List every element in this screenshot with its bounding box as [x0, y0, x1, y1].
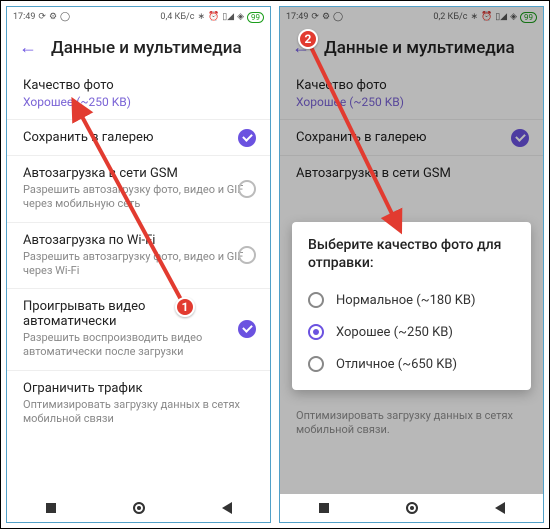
subtext: Оптимизировать загрузку данных в сетях м… [23, 398, 254, 427]
home-icon[interactable] [406, 502, 418, 514]
checkbox-checked-icon[interactable] [238, 320, 256, 338]
setting-photo-quality[interactable]: Качество фото Хорошее (~250 KB) [280, 68, 543, 120]
option-normal[interactable]: Нормальное (~180 KB) [308, 284, 515, 316]
gear-icon: ⚙ [49, 12, 57, 22]
radio-unchecked-icon[interactable] [238, 180, 256, 198]
subtext: Разрешить воспроизводить видео автоматич… [23, 331, 254, 360]
radio-selected-icon[interactable] [308, 324, 324, 340]
option-good[interactable]: Хорошее (~250 KB) [308, 316, 515, 348]
home-icon[interactable] [133, 502, 145, 514]
sync-icon: ⟳ [311, 12, 319, 22]
overview-icon[interactable] [319, 503, 329, 513]
setting-autoload-gsm[interactable]: Автозагрузка в сети GSM [280, 156, 543, 191]
label: Автозагрузка в сети GSM [296, 166, 527, 181]
header-title: Данные и мультимедиа [51, 38, 242, 58]
subtext: Оптимизировать загрузку данных в сетях м… [296, 409, 527, 438]
screenshot-left: 17:49 ⟳ ⚙ ◯ 0,4 КБ/с ∗ ⏰ ▯◢ ◈ 99 ← Данны… [6, 6, 271, 523]
label: Автозагрузка в сети GSM [23, 166, 254, 181]
label: Сохранить в галерею [23, 130, 254, 145]
radio-unchecked-icon[interactable] [238, 246, 256, 264]
bluetooth-icon: ∗ [470, 12, 478, 22]
checkbox-checked-icon[interactable] [238, 129, 256, 147]
back-nav-icon[interactable] [222, 502, 232, 514]
value: Хорошее (~250 KB) [23, 95, 254, 109]
status-bar: 17:49 ⟳ ⚙ ◯ 0,2 КБ/с ∗ ⏰ ▯◢ ◈ 99 [280, 7, 543, 27]
sync-icon: ⟳ [38, 12, 46, 22]
overview-icon[interactable] [46, 503, 56, 513]
net-speed: 0,2 КБ/с [433, 12, 467, 22]
annotation-badge-2: 2 [298, 29, 318, 49]
value: Хорошее (~250 KB) [296, 95, 527, 109]
setting-autoplay-video[interactable]: Проигрывать видео автоматически Разрешит… [7, 289, 270, 371]
setting-limit-traffic-under: Оптимизировать загрузку данных в сетях м… [280, 397, 543, 448]
signal-icon: ▯◢ [222, 12, 234, 22]
setting-autoload-gsm[interactable]: Автозагрузка в сети GSM Разрешить автоза… [7, 156, 270, 223]
dialog-title: Выберите качество фото для отправки: [308, 236, 515, 272]
android-navbar [280, 494, 543, 522]
annotation-badge-1: 1 [175, 297, 195, 317]
net-speed: 0,4 КБ/с [160, 12, 194, 22]
setting-limit-traffic[interactable]: Ограничить трафик Оптимизировать загрузк… [7, 371, 270, 437]
label: Качество фото [23, 78, 254, 93]
circle-icon: ◯ [333, 12, 343, 22]
label: Сохранить в галерею [296, 130, 527, 145]
back-nav-icon[interactable] [495, 502, 505, 514]
header: ← Данные и мультимедиа [7, 27, 270, 68]
option-label: Нормальное (~180 KB) [336, 293, 476, 308]
bluetooth-icon: ∗ [197, 12, 205, 22]
label: Проигрывать видео автоматически [23, 299, 183, 329]
screenshot-right: 17:49 ⟳ ⚙ ◯ 0,2 КБ/с ∗ ⏰ ▯◢ ◈ 99 ← Данны… [279, 6, 544, 523]
subtext: Разрешить автозагрузку фото, видео и GIF… [23, 250, 254, 279]
radio-icon[interactable] [308, 356, 324, 372]
back-icon[interactable]: ← [19, 37, 37, 58]
setting-autoload-wifi[interactable]: Автозагрузка по Wi-Fi Разрешить автозагр… [7, 223, 270, 290]
status-time: 17:49 [286, 12, 308, 22]
alarm-icon: ⏰ [208, 12, 219, 22]
wifi-icon: ◈ [237, 12, 244, 22]
alarm-icon: ⏰ [481, 12, 492, 22]
photo-quality-dialog: Выберите качество фото для отправки: Нор… [292, 222, 531, 390]
status-bar: 17:49 ⟳ ⚙ ◯ 0,4 КБ/с ∗ ⏰ ▯◢ ◈ 99 [7, 7, 270, 27]
battery-indicator: 99 [520, 12, 537, 23]
battery-indicator: 99 [247, 12, 264, 23]
radio-icon[interactable] [308, 292, 324, 308]
option-excellent[interactable]: Отличное (~650 KB) [308, 348, 515, 380]
wifi-icon: ◈ [510, 12, 517, 22]
label: Ограничить трафик [23, 381, 254, 396]
android-navbar [7, 494, 270, 522]
label: Автозагрузка по Wi-Fi [23, 233, 254, 248]
header: ← Данные и мультимедиа [280, 27, 543, 68]
circle-icon: ◯ [60, 12, 70, 22]
option-label: Хорошее (~250 KB) [336, 325, 453, 340]
status-time: 17:49 [13, 12, 35, 22]
setting-save-to-gallery[interactable]: Сохранить в галерею [280, 120, 543, 156]
header-title: Данные и мультимедиа [324, 38, 515, 58]
option-label: Отличное (~650 KB) [336, 357, 457, 372]
checkbox-checked-icon[interactable] [511, 129, 529, 147]
setting-save-to-gallery[interactable]: Сохранить в галерею [7, 120, 270, 156]
gear-icon: ⚙ [322, 12, 330, 22]
setting-photo-quality[interactable]: Качество фото Хорошее (~250 KB) [7, 68, 270, 120]
signal-icon: ▯◢ [495, 12, 507, 22]
label: Качество фото [296, 78, 527, 93]
subtext: Разрешить автозагрузку фото, видео и GIF… [23, 183, 254, 212]
